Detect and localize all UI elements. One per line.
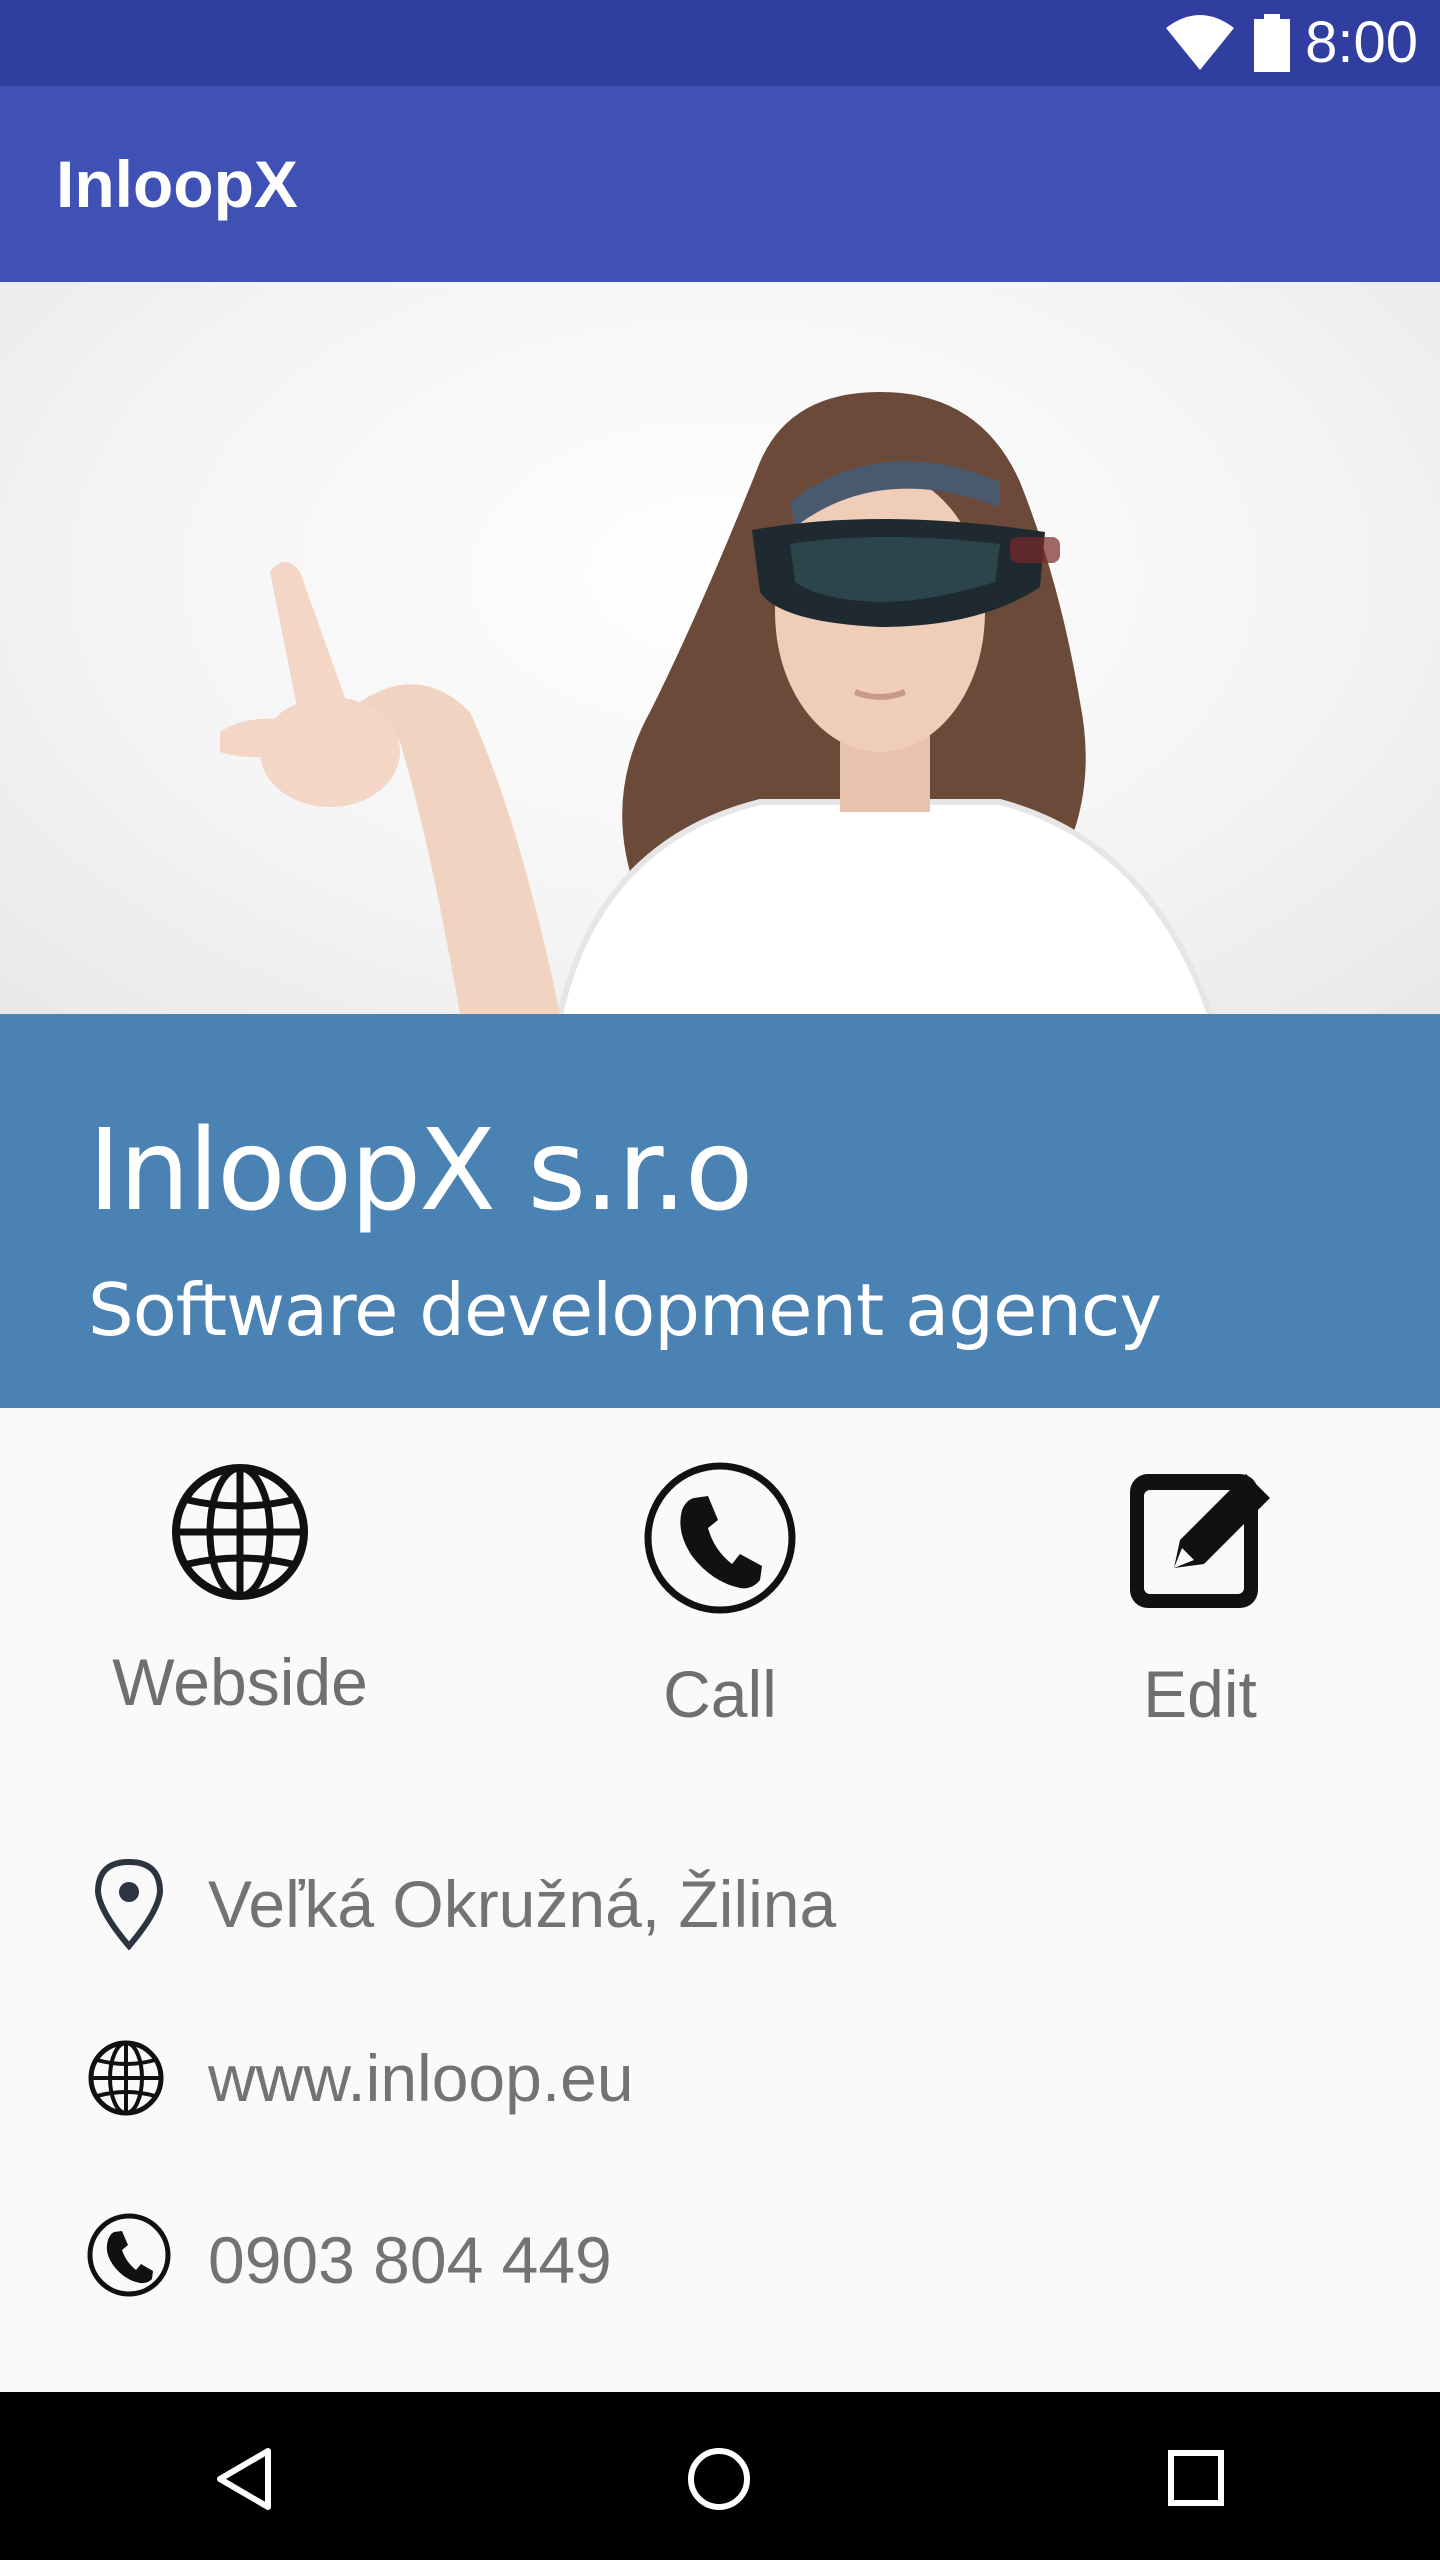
edit-button[interactable]: Edit	[1000, 1460, 1400, 1732]
globe-icon	[88, 2040, 164, 2116]
location-pin-icon	[94, 1858, 164, 1950]
edit-button-label: Edit	[1143, 1657, 1257, 1731]
website-button-label: Webside	[112, 1645, 368, 1719]
navigation-bar	[0, 2392, 1440, 2560]
call-button-label: Call	[663, 1657, 777, 1731]
phone-number[interactable]: 0903 804 449	[208, 2220, 612, 2300]
status-bar: 8:00	[0, 0, 1440, 86]
edit-icon	[1130, 1474, 1270, 1608]
company-banner: InloopX s.r.o Software development agenc…	[0, 1014, 1440, 1408]
phone-icon	[87, 2213, 171, 2297]
recents-icon[interactable]	[1166, 2448, 1226, 2508]
status-time: 8:00	[1305, 10, 1418, 75]
hero-illustration	[220, 392, 1213, 1014]
website-button[interactable]: Webside	[40, 1460, 440, 1720]
home-icon[interactable]	[686, 2446, 752, 2512]
address-text: Veľká Okružná, Žilina	[208, 1867, 837, 1941]
hero-image	[0, 282, 1440, 1014]
wifi-icon	[1166, 15, 1234, 70]
address-row: Veľká Okružná, Žilina	[0, 1844, 1440, 1964]
phone-row[interactable]: 0903 804 449	[0, 2204, 1440, 2324]
company-tagline: Software development agency	[88, 1268, 1162, 1352]
call-button[interactable]: Call	[520, 1460, 920, 1732]
company-name: InloopX s.r.o	[88, 1106, 753, 1236]
app-title: InloopX	[56, 147, 298, 221]
phone-icon	[644, 1462, 796, 1614]
website-link[interactable]: www.inloop.eu	[208, 2038, 634, 2118]
battery-icon	[1254, 14, 1290, 72]
back-icon[interactable]	[212, 2446, 276, 2512]
globe-icon	[172, 1464, 308, 1600]
website-row[interactable]: www.inloop.eu	[0, 2022, 1440, 2142]
app-bar: InloopX	[0, 86, 1440, 282]
